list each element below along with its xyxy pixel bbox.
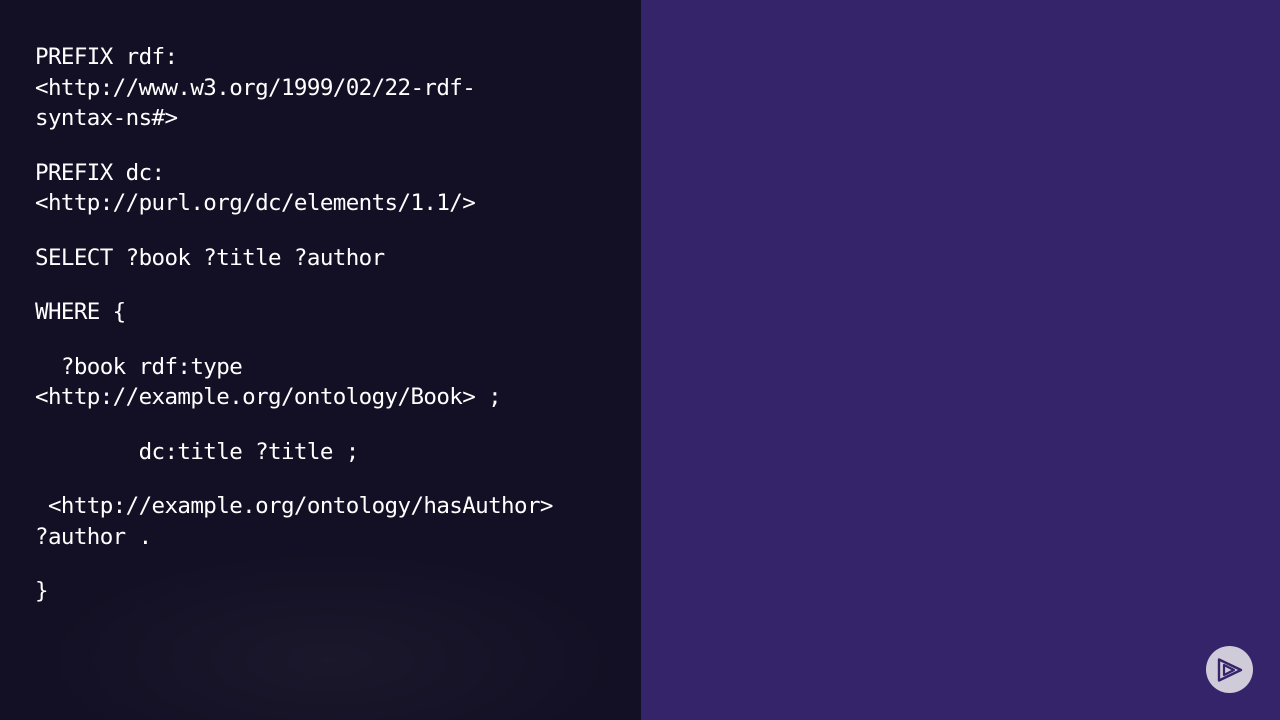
code-line: <http://www.w3.org/1999/02/22-rdf- — [35, 74, 476, 101]
code-line: ?book rdf:type — [35, 353, 243, 380]
sparql-code-block: PREFIX rdf: <http://www.w3.org/1999/02/22… — [35, 42, 553, 607]
code-line: <http://example.org/ontology/hasAuthor> — [35, 493, 554, 519]
play-logo-icon — [1217, 657, 1242, 682]
code-line: SELECT ?book ?title ?author — [35, 244, 385, 271]
code-line: PREFIX dc: — [35, 159, 165, 186]
code-line: WHERE { — [35, 299, 126, 325]
code-panel: PREFIX rdf: <http://www.w3.org/1999/02/22… — [0, 0, 641, 720]
code-line: dc:title ?title ; — [35, 438, 360, 465]
code-line: PREFIX rdf: — [35, 44, 178, 70]
code-line: syntax-ns#> — [35, 105, 178, 131]
code-line: <http://purl.org/dc/elements/1.1/> — [35, 190, 476, 216]
play-button[interactable] — [1206, 646, 1253, 693]
code-line: <http://example.org/ontology/Book> ; — [35, 384, 502, 410]
code-line: } — [35, 578, 49, 604]
visual-panel — [641, 0, 1280, 720]
code-line: ?author . — [35, 523, 152, 550]
